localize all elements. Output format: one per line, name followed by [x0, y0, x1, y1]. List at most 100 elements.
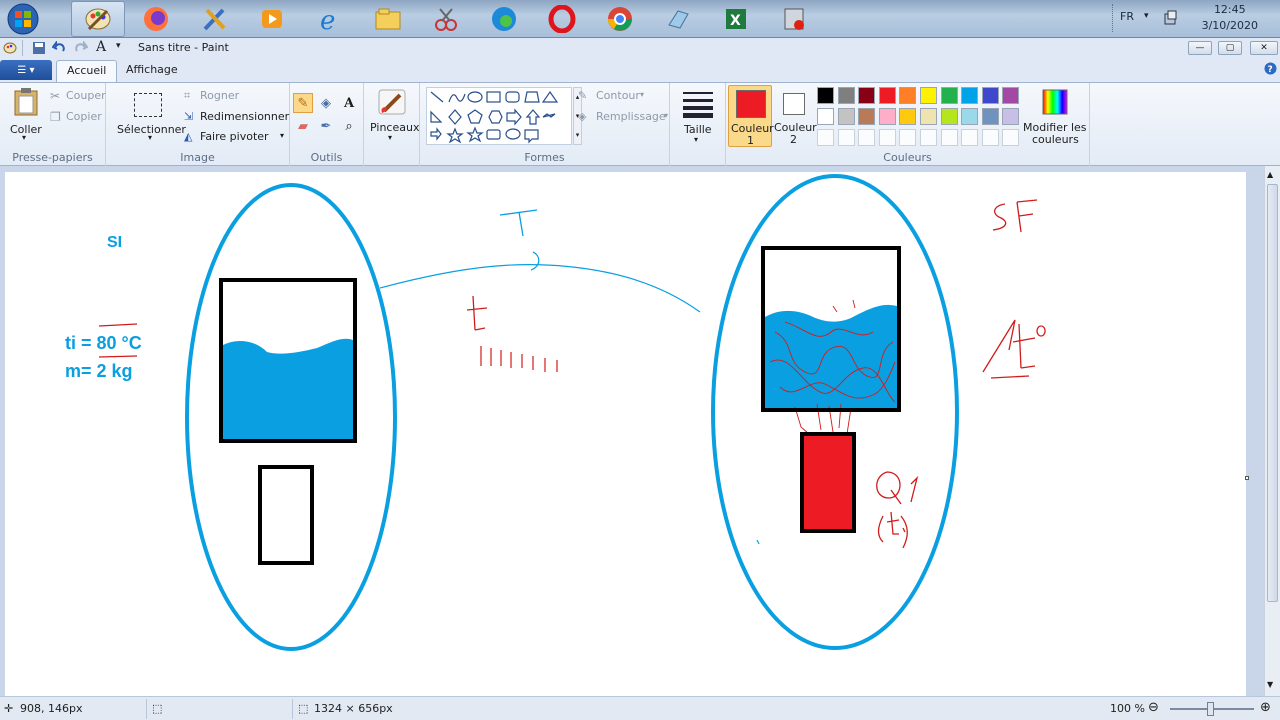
tab-accueil[interactable]: Accueil	[56, 60, 118, 82]
custom-color-slot[interactable]	[1002, 129, 1020, 146]
tab-affichage[interactable]: Affichage	[116, 60, 188, 82]
custom-color-slot[interactable]	[899, 129, 917, 146]
taskbar-notes-app-button[interactable]	[651, 1, 705, 37]
image-group: Sélectionner ▾ ⌗ Rogner ⇲ Redimensionner…	[106, 83, 290, 166]
custom-color-slot[interactable]	[981, 129, 999, 146]
resize-label: Redimensionner	[200, 110, 290, 123]
pencil-tool[interactable]: ✎	[293, 93, 313, 113]
color-swatch[interactable]	[817, 87, 834, 104]
color-swatch[interactable]	[1002, 87, 1020, 104]
custom-color-slot[interactable]	[858, 129, 876, 146]
save-icon[interactable]	[32, 41, 46, 55]
chevron-down-icon[interactable]: ▾	[1144, 11, 1149, 21]
chevron-down-icon: ▾	[388, 133, 393, 142]
Q-label-drawing	[876, 471, 919, 505]
crop-label: Rogner	[200, 89, 240, 102]
color-swatch[interactable]	[961, 108, 979, 125]
zoom-out-icon[interactable]: ⊖	[1148, 700, 1159, 715]
select-button[interactable]: Sélectionner ▾	[114, 87, 186, 145]
qat-dropdown-icon[interactable]: ▾	[116, 41, 121, 51]
custom-color-slot[interactable]	[920, 129, 937, 146]
canvas-resize-handle[interactable]	[1245, 476, 1249, 480]
color-swatch[interactable]	[878, 108, 896, 125]
scroll-down-icon[interactable]: ▼	[1267, 680, 1273, 689]
menu-icon: ☰ ▾	[17, 64, 35, 76]
color-swatch[interactable]	[858, 108, 876, 125]
taskbar-internet-explorer-button[interactable]: e	[303, 1, 357, 37]
taskbar-edge-button[interactable]	[477, 1, 531, 37]
fill-tool[interactable]: ◈	[316, 93, 336, 113]
taskbar-paint-button[interactable]	[71, 1, 125, 37]
color-swatch[interactable]	[920, 108, 937, 125]
ti-label-drawing	[877, 511, 908, 549]
taskbar-recorder-button[interactable]	[767, 1, 821, 37]
taskbar-chrome-button[interactable]	[593, 1, 647, 37]
taskbar-file-explorer-button[interactable]	[361, 1, 415, 37]
network-icon[interactable]	[1164, 10, 1178, 26]
taskbar-brushes-app-button[interactable]	[187, 1, 241, 37]
paste-button[interactable]: Coller ▾	[6, 87, 46, 143]
zoom-in-icon[interactable]: ⊕	[1260, 700, 1271, 715]
color-swatch[interactable]	[961, 87, 979, 104]
custom-color-slot[interactable]	[878, 129, 896, 146]
help-icon[interactable]: ?	[1264, 62, 1277, 75]
start-button[interactable]	[3, 1, 43, 37]
edit-colors-button[interactable]: Modifier les couleurs	[1023, 87, 1088, 147]
redo-icon[interactable]	[74, 41, 88, 55]
taskbar-snipping-tool-button[interactable]	[419, 1, 473, 37]
custom-color-slot[interactable]	[817, 129, 834, 146]
undo-icon[interactable]	[52, 41, 66, 55]
magnifier-tool[interactable]: ⌕	[339, 116, 359, 136]
clock[interactable]: 12:45 3/10/2020	[1202, 2, 1258, 34]
text-format-icon[interactable]: A	[96, 39, 106, 55]
maximize-button[interactable]: ▢	[1218, 41, 1242, 55]
zoom-slider-thumb[interactable]	[1207, 702, 1214, 716]
custom-color-slot[interactable]	[961, 129, 979, 146]
color-wheel-icon	[1042, 89, 1068, 115]
color-picker-tool[interactable]: ✒	[316, 116, 336, 136]
color-swatch[interactable]	[940, 87, 958, 104]
color-swatch[interactable]	[837, 87, 855, 104]
taskbar-media-player-button[interactable]	[245, 1, 299, 37]
color-swatch[interactable]	[899, 87, 917, 104]
close-button[interactable]: ✕	[1250, 41, 1278, 55]
chevron-down-icon: ▾	[664, 111, 669, 120]
color-swatch[interactable]	[940, 108, 958, 125]
color2-button[interactable]: Couleur 2	[773, 85, 817, 147]
text-tool[interactable]: A	[339, 93, 359, 113]
color-swatch[interactable]	[920, 87, 937, 104]
custom-color-slot[interactable]	[940, 129, 958, 146]
paint-menu-button[interactable]: ☰ ▾	[0, 60, 52, 80]
color-swatch[interactable]	[858, 87, 876, 104]
color-swatch[interactable]	[837, 108, 855, 125]
status-bar: ✛ 908, 146px ⬚ ⬚ 1324 × 656px 100 % ⊖ ⊕	[0, 696, 1280, 720]
color-swatch[interactable]	[1002, 108, 1020, 125]
brushes-label: Pinceaux	[370, 121, 420, 134]
eraser-tool[interactable]: ▰	[293, 116, 313, 136]
line-size-icon	[683, 92, 713, 118]
taskbar-opera-button[interactable]	[535, 1, 589, 37]
brushes-button[interactable]: Pinceaux ▾	[368, 87, 420, 147]
tools-group-label: Outils	[310, 151, 343, 164]
taskbar-excel-button[interactable]: X	[709, 1, 763, 37]
scroll-up-icon[interactable]: ▲	[1267, 170, 1273, 179]
minimize-button[interactable]: —	[1188, 41, 1212, 55]
stray-mark	[756, 539, 760, 545]
color1-button[interactable]: Couleur 1	[728, 85, 774, 147]
color-swatch[interactable]	[878, 87, 896, 104]
drawing-canvas[interactable]: SI ti = 80 °C m= 2 kg	[5, 172, 1246, 696]
color-swatch[interactable]	[981, 87, 999, 104]
scrollbar-thumb[interactable]	[1267, 184, 1278, 602]
clock-date: 3/10/2020	[1201, 19, 1258, 32]
taskbar-firefox-button[interactable]	[129, 1, 183, 37]
shapes-gallery[interactable]	[426, 87, 572, 145]
initial-temperature-text: ti = 80 °C	[65, 333, 142, 353]
custom-color-slot[interactable]	[837, 129, 855, 146]
vertical-scrollbar[interactable]: ▲ ▼	[1264, 166, 1280, 696]
paint-app-icon[interactable]	[3, 41, 17, 55]
color-swatch[interactable]	[899, 108, 917, 125]
color-swatch[interactable]	[817, 108, 834, 125]
language-indicator[interactable]: FR	[1120, 10, 1134, 23]
color-swatch[interactable]	[981, 108, 999, 125]
size-button[interactable]: Taille ▾	[676, 87, 720, 147]
